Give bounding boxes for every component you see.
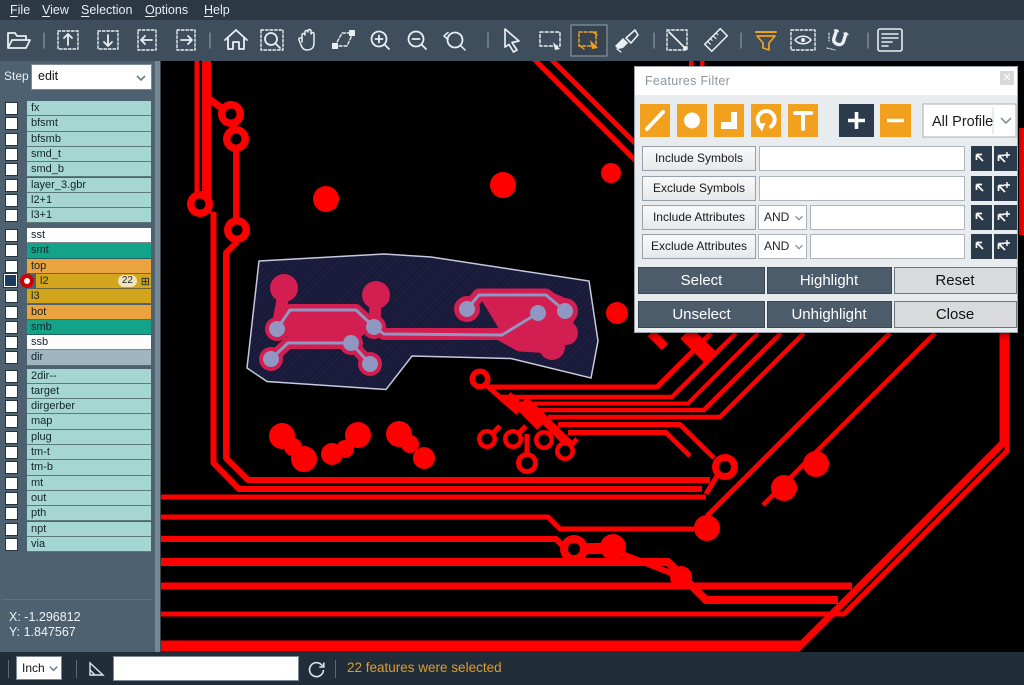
- svg-text:All Profile: All Profile: [932, 114, 993, 130]
